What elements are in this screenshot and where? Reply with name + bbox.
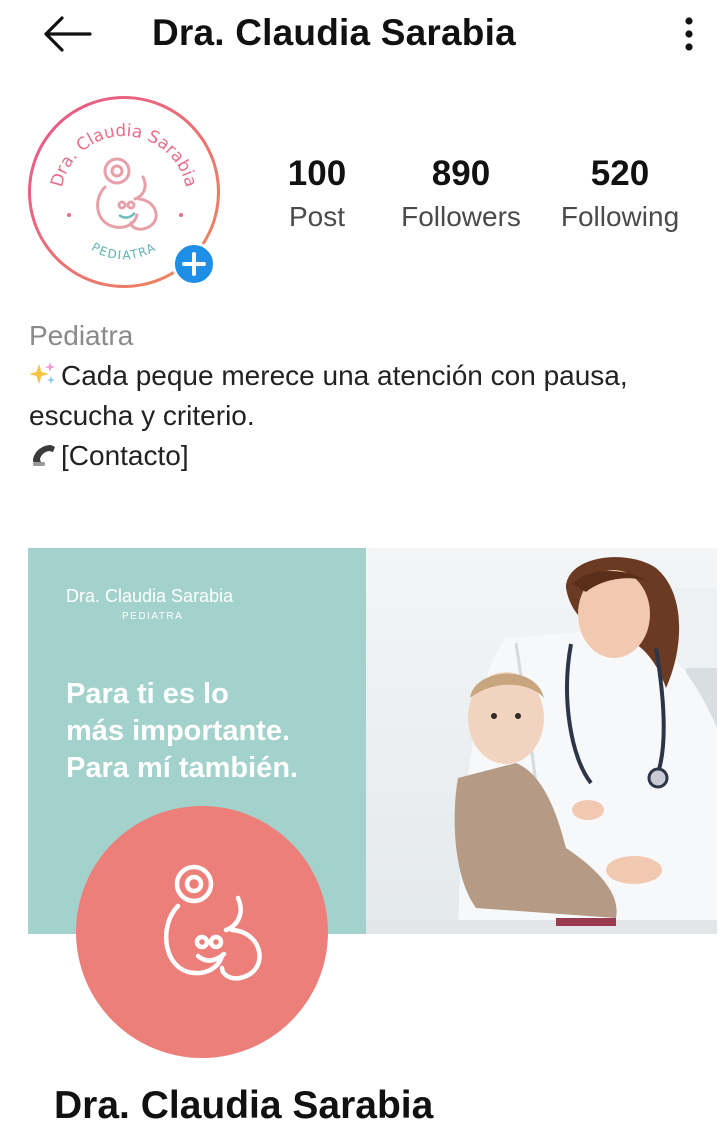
avatar-bottom-text: PEDIATRA bbox=[89, 240, 157, 263]
brand-logo-large-icon bbox=[164, 864, 262, 981]
stat-following[interactable]: 520 Following bbox=[552, 152, 688, 238]
top-bar: Dra. Claudia Sarabia bbox=[0, 0, 723, 68]
featured-post[interactable]: Dra. Claudia Sarabia PEDIATRA Para ti es… bbox=[28, 548, 717, 1134]
bio-text-line-2: escucha y criterio. bbox=[29, 400, 255, 431]
bio-category: Pediatra bbox=[29, 320, 134, 351]
page-title: Dra. Claudia Sarabia bbox=[152, 12, 516, 53]
stat-posts[interactable]: 100 Post bbox=[272, 152, 362, 238]
more-vertical-icon bbox=[685, 17, 693, 51]
plus-icon bbox=[182, 252, 206, 276]
post-display-name: Dra. Claudia Sarabia bbox=[54, 1084, 434, 1127]
stat-followers-value: 890 bbox=[431, 154, 491, 193]
bio-line-3[interactable]: [Contacto] bbox=[29, 436, 689, 476]
stat-followers[interactable]: 890 Followers bbox=[393, 152, 529, 238]
more-options-button[interactable] bbox=[672, 14, 706, 54]
post-tagline-line-3: Para mí también. bbox=[66, 752, 299, 784]
bio-line-1: Cada peque merece una atención con pausa… bbox=[29, 356, 689, 396]
bio: Pediatra Cada peque merece una atención … bbox=[29, 316, 689, 476]
stat-following-label: Following bbox=[560, 201, 680, 232]
post-brand-subtitle: PEDIATRA bbox=[122, 611, 184, 622]
phone-icon bbox=[33, 445, 55, 466]
svg-text:PEDIATRA: PEDIATRA bbox=[89, 240, 159, 263]
stat-following-value: 520 bbox=[590, 154, 650, 193]
arrow-left-icon bbox=[44, 16, 92, 52]
post-tagline-line-2: más importante. bbox=[66, 715, 290, 747]
sparkles-icon bbox=[29, 362, 55, 384]
doctor-with-baby-illustration bbox=[366, 557, 717, 934]
stat-posts-label: Post bbox=[288, 201, 346, 232]
stat-posts-value: 100 bbox=[287, 154, 347, 193]
back-button[interactable] bbox=[40, 14, 94, 54]
add-story-button[interactable] bbox=[172, 242, 216, 286]
post-tagline: Para ti es lo más importante. Para mí ta… bbox=[66, 676, 298, 787]
post-tagline-line-1: Para ti es lo bbox=[66, 678, 229, 710]
post-brand-name: Dra. Claudia Sarabia bbox=[66, 586, 234, 606]
post-logo-circle bbox=[76, 806, 328, 1058]
stat-followers-label: Followers bbox=[401, 201, 521, 232]
bio-text-line-1: Cada peque merece una atención con pausa… bbox=[61, 360, 628, 391]
contact-link[interactable]: [Contacto] bbox=[61, 440, 189, 471]
post-photo bbox=[366, 548, 717, 934]
